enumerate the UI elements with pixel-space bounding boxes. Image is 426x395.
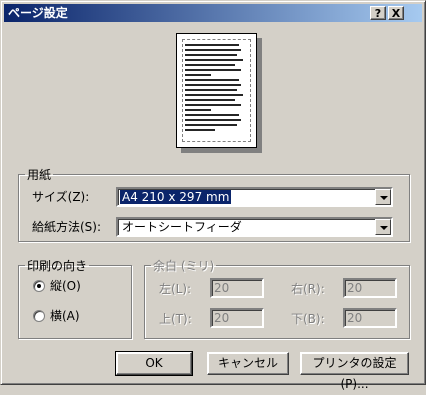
preview-line	[185, 84, 241, 86]
preview-line	[185, 114, 239, 116]
help-button[interactable]: ?	[370, 6, 386, 20]
left-margin-field[interactable]: 20	[210, 278, 264, 298]
preview-line	[185, 89, 237, 91]
orientation-group: 印刷の向き	[18, 257, 132, 339]
source-label: 給紙方法(S):	[32, 220, 102, 234]
page-preview	[176, 33, 257, 148]
preview-line	[185, 94, 243, 96]
ok-button[interactable]: OK	[115, 351, 193, 376]
window-title: ページ設定	[8, 6, 68, 20]
cancel-button[interactable]: キャンセル	[207, 352, 289, 375]
portrait-label[interactable]: 縦(O)	[50, 279, 81, 293]
title-bar[interactable]: ページ設定 ? X	[4, 4, 422, 22]
page-setup-dialog: ページ設定 ? X 用紙 サイズ(Z): A4 210 x 297 mm 給紙方…	[0, 0, 426, 391]
size-label: サイズ(Z):	[32, 190, 90, 204]
bottom-margin-label: 下(B):	[291, 312, 325, 326]
landscape-radio[interactable]	[33, 310, 45, 322]
preview-line	[185, 124, 237, 126]
printer-settings-button[interactable]: プリンタの設定(P)...	[300, 352, 409, 391]
chevron-down-icon[interactable]	[375, 189, 391, 205]
orientation-group-label: 印刷の向き	[27, 259, 88, 273]
paper-group-label: 用紙	[27, 168, 52, 182]
preview-line	[185, 109, 211, 111]
chevron-down-icon[interactable]	[375, 219, 391, 235]
preview-line	[185, 69, 241, 71]
top-margin-label: 上(T):	[159, 312, 192, 326]
preview-line	[185, 129, 215, 131]
preview-line	[185, 44, 239, 46]
right-margin-label: 右(R):	[291, 282, 325, 296]
preview-line	[185, 64, 235, 66]
top-margin-field[interactable]: 20	[210, 308, 264, 328]
preview-line	[185, 74, 211, 76]
preview-line	[185, 79, 239, 81]
preview-line	[185, 119, 241, 121]
preview-line	[185, 49, 241, 51]
left-margin-label: 左(L):	[159, 282, 192, 296]
landscape-label[interactable]: 横(A)	[50, 309, 80, 323]
close-button[interactable]: X	[388, 6, 404, 20]
portrait-radio[interactable]	[33, 280, 45, 292]
margins-group-label: 余白 (ミリ)	[153, 259, 215, 273]
right-margin-field[interactable]: 20	[343, 278, 397, 298]
preview-line	[185, 99, 235, 101]
source-select[interactable]: オートシートフィーダ	[116, 217, 393, 237]
preview-line	[185, 54, 237, 56]
source-value: オートシートフィーダ	[122, 220, 242, 234]
preview-line	[185, 104, 241, 106]
bottom-margin-field[interactable]: 20	[343, 308, 397, 328]
preview-line	[185, 59, 243, 61]
size-value: A4 210 x 297 mm	[120, 190, 232, 204]
size-select[interactable]: A4 210 x 297 mm	[116, 187, 393, 207]
